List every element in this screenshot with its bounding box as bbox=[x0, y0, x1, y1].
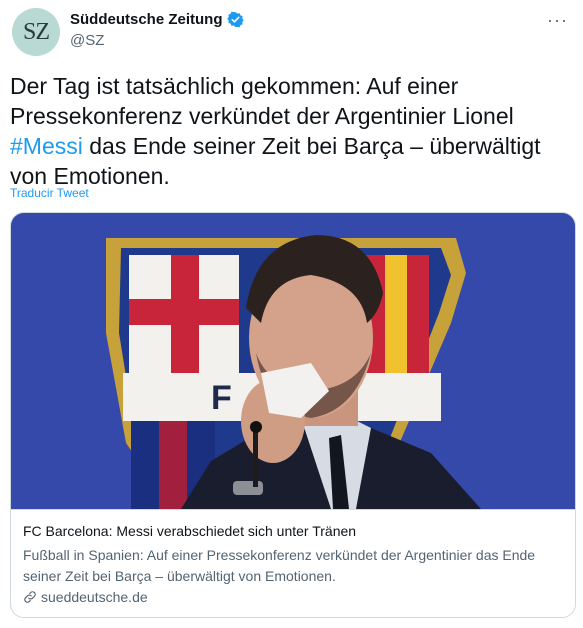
tweet-text: Der Tag ist tatsächlich gekommen: Auf ei… bbox=[10, 71, 575, 191]
author-names: Süddeutsche Zeitung @SZ bbox=[70, 11, 244, 49]
card-title[interactable]: FC Barcelona: Messi verabschiedet sich u… bbox=[23, 523, 356, 539]
hashtag-link[interactable]: #Messi bbox=[10, 133, 83, 159]
card-divider bbox=[11, 509, 575, 510]
translate-tweet-link[interactable]: Traducir Tweet bbox=[10, 186, 89, 200]
tweet-text-end: das Ende seiner Zeit bei Barça – überwäl… bbox=[10, 133, 541, 189]
verified-badge-icon bbox=[226, 11, 244, 28]
tweet-text-start: Der Tag ist tatsächlich gekommen: Auf ei… bbox=[10, 73, 514, 129]
author-display-name[interactable]: Süddeutsche Zeitung bbox=[70, 11, 223, 28]
svg-text:F: F bbox=[211, 379, 232, 417]
author-avatar[interactable]: SZ bbox=[12, 8, 60, 56]
card-description[interactable]: Fußball in Spanien: Auf einer Pressekonf… bbox=[23, 545, 568, 587]
avatar-initials: SZ bbox=[22, 18, 50, 45]
tweet-header: SZ Süddeutsche Zeitung @SZ ··· bbox=[12, 8, 572, 58]
card-domain: sueddeutsche.de bbox=[41, 589, 148, 605]
link-icon bbox=[24, 591, 36, 603]
card-domain-row[interactable]: sueddeutsche.de bbox=[23, 589, 148, 605]
author-handle[interactable]: @SZ bbox=[70, 32, 244, 49]
more-options-icon[interactable]: ··· bbox=[547, 10, 568, 31]
card-image[interactable]: F bbox=[11, 213, 575, 509]
link-card[interactable]: F FC Barcelona: Messi verabschiedet sich… bbox=[10, 212, 576, 618]
author-display-name-row[interactable]: Süddeutsche Zeitung bbox=[70, 11, 244, 28]
